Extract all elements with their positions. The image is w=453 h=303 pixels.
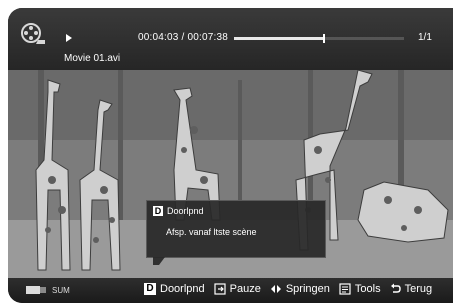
progress-knob[interactable] [323,34,326,43]
pause-control[interactable]: Pauze [214,283,261,295]
resume-popup[interactable]: D Doorlpnd Afsp. vanaf ltste scène [146,200,326,258]
popup-description: Afsp. vanaf ltste scène [166,227,257,237]
playback-info-bar: 00:04:03 / 00:07:38 1/1 Movie 01.avi [8,8,453,70]
control-hints: D Doorlpnd Pauze Springen Tools Terug [144,283,441,295]
tools-icon [339,283,351,295]
file-name: Movie 01.avi [64,53,121,64]
tools-control[interactable]: Tools [339,283,381,295]
return-label: Terug [404,283,433,295]
d-key-icon: D [153,206,163,216]
file-count: 1/1 [418,32,432,43]
film-reel-icon [21,23,45,44]
return-control[interactable]: Terug [390,283,433,295]
resume-control[interactable]: D Doorlpnd [144,283,205,295]
d-key-icon: D [144,283,156,295]
tools-label: Tools [354,283,381,295]
left-right-arrows-icon [270,285,281,293]
resume-label: Doorlpnd [160,283,205,295]
play-status-icon [66,34,72,42]
usb-device-icon [26,286,46,294]
popup-pointer [153,257,165,265]
control-bar: SUM D Doorlpnd Pauze Springen Tools Teru… [8,278,453,303]
popup-title: Doorlpnd [167,206,204,216]
pause-label: Pauze [229,283,261,295]
pause-icon [214,283,226,295]
skip-label: Springen [285,283,330,295]
device-label: SUM [52,286,70,295]
tv-screen: 00:04:03 / 00:07:38 1/1 Movie 01.avi D D… [8,8,453,303]
skip-control[interactable]: Springen [270,283,330,295]
return-icon [390,283,401,293]
progress-bar[interactable] [234,34,404,43]
progress-fill [234,37,325,40]
playback-time: 00:04:03 / 00:07:38 [138,32,228,43]
